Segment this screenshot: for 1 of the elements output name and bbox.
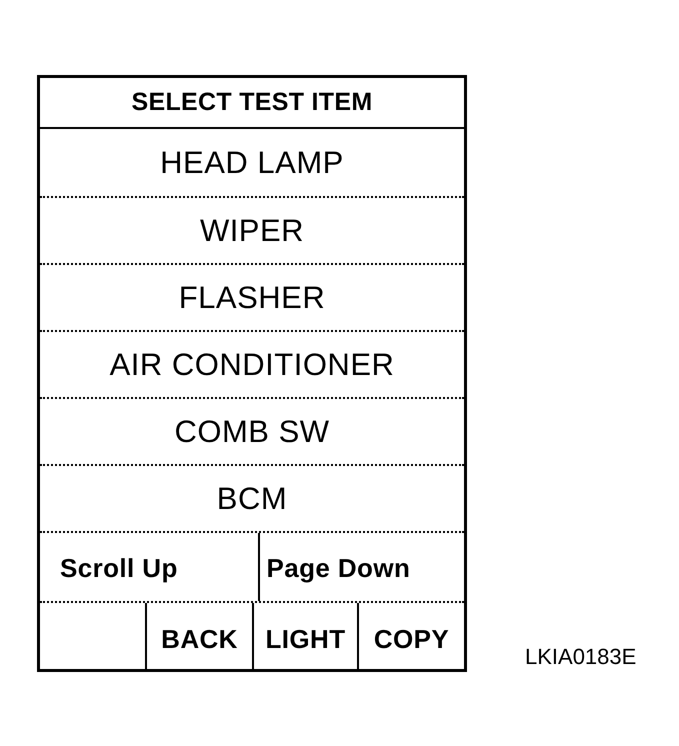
figure-code: LKIA0183E	[525, 644, 636, 670]
